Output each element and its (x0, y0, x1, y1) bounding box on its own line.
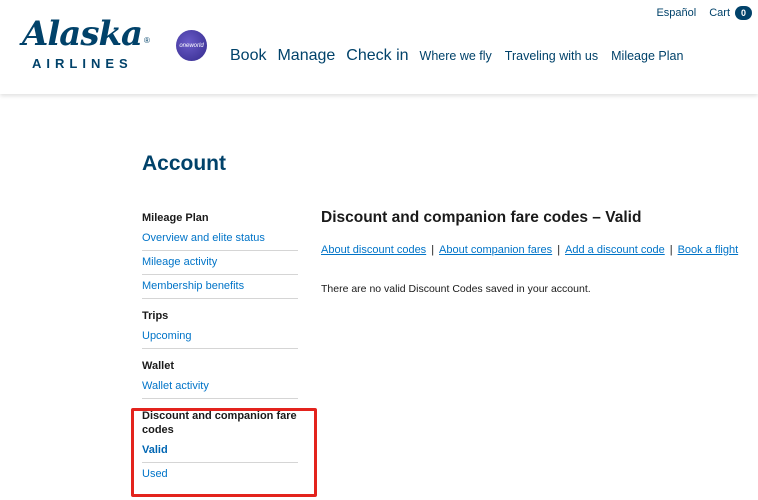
link-separator: | (557, 244, 561, 256)
cart-label: Cart (709, 7, 730, 19)
about-companion-fares-link[interactable]: About companion fares (439, 244, 552, 256)
sidebar-item-mileage-activity[interactable]: Mileage activity (142, 251, 298, 275)
sidebar-item-overview[interactable]: Overview and elite status (142, 227, 298, 251)
link-separator: | (431, 244, 435, 256)
sidebar-item-upcoming[interactable]: Upcoming (142, 325, 298, 349)
section-links: About discount codes | About companion f… (321, 244, 751, 256)
add-discount-code-link[interactable]: Add a discount code (565, 244, 665, 256)
nav-mileage-plan[interactable]: Mileage Plan (611, 49, 683, 63)
nav-book[interactable]: Book (230, 47, 266, 65)
book-a-flight-link[interactable]: Book a flight (678, 244, 739, 256)
logo-wordmark: Alaska (22, 14, 143, 54)
link-separator: | (669, 244, 673, 256)
sidebar-heading: Trips (142, 310, 169, 322)
oneworld-text: oneworld (179, 42, 204, 49)
about-discount-codes-link[interactable]: About discount codes (321, 244, 426, 256)
site-header: Alaska ® AIRLINES oneworld Español Cart … (0, 0, 758, 94)
main-content: Discount and companion fare codes – Vali… (321, 209, 751, 295)
logo-subtitle: AIRLINES (32, 56, 133, 71)
oneworld-logo[interactable]: oneworld (176, 30, 207, 61)
highlight-box (131, 408, 317, 497)
sidebar-heading: Wallet (142, 360, 174, 372)
sidebar-group-mileage-plan: Mileage Plan Overview and elite status M… (142, 211, 298, 299)
logo-registered-mark: ® (144, 36, 150, 45)
nav-manage[interactable]: Manage (277, 47, 335, 65)
alaska-airlines-logo[interactable]: Alaska ® AIRLINES (22, 14, 152, 74)
language-link[interactable]: Español (656, 7, 696, 19)
nav-traveling-with-us[interactable]: Traveling with us (505, 49, 598, 63)
sidebar-item-wallet-activity[interactable]: Wallet activity (142, 375, 298, 399)
empty-state-message: There are no valid Discount Codes saved … (321, 283, 591, 295)
cart-count-badge: 0 (735, 6, 752, 20)
main-nav: Book Manage Check in Where we fly Travel… (230, 47, 696, 65)
nav-where-we-fly[interactable]: Where we fly (420, 49, 492, 63)
nav-check-in[interactable]: Check in (346, 47, 408, 65)
page-title: Account (142, 152, 226, 175)
utility-bar: Español Cart 0 (656, 6, 752, 20)
section-title: Discount and companion fare codes – Vali… (321, 209, 642, 226)
sidebar-heading: Mileage Plan (142, 212, 209, 224)
sidebar-group-wallet: Wallet Wallet activity (142, 359, 298, 399)
sidebar-item-membership-benefits[interactable]: Membership benefits (142, 275, 298, 299)
cart-link[interactable]: Cart 0 (709, 6, 752, 20)
sidebar-group-trips: Trips Upcoming (142, 309, 298, 349)
